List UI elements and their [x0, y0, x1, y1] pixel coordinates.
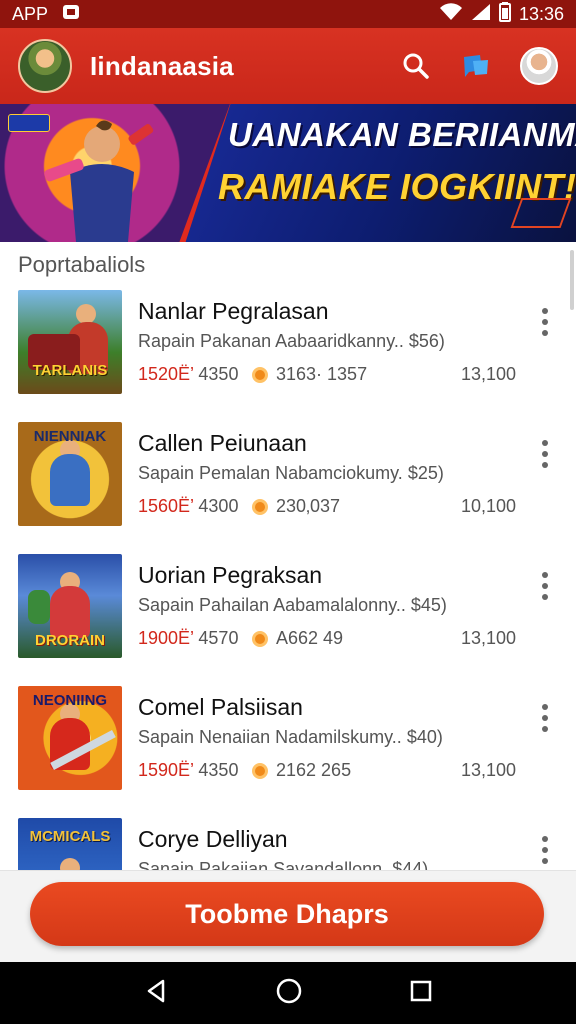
- item-title: Callen Peiunaan: [138, 430, 307, 456]
- more-options-icon[interactable]: [540, 836, 550, 864]
- stat-a: 4350: [198, 364, 239, 384]
- stat-c: 13,100: [460, 364, 516, 384]
- more-options-icon[interactable]: [540, 704, 550, 732]
- coin-icon: [252, 762, 268, 779]
- stat-c: 13,100: [460, 760, 516, 780]
- back-icon[interactable]: [143, 978, 169, 1009]
- stat-c: 10,100: [460, 496, 516, 516]
- stat-a: 4300: [198, 496, 239, 516]
- stat-b: 3163· 1357: [276, 364, 368, 384]
- item-title: Nanlar Pegralasan: [138, 298, 329, 324]
- item-subtitle: Sanain Pakaiian Savandallonn. $44): [138, 859, 428, 870]
- stat-red: 1560Ë’: [138, 496, 194, 516]
- game-thumbnail: MCMICALS: [18, 818, 122, 870]
- recents-icon[interactable]: [409, 979, 433, 1008]
- item-price: $44): [392, 859, 429, 870]
- more-options-icon[interactable]: [540, 572, 550, 600]
- promo-banner[interactable]: UANAKAN BERIIANMAN RAMIAKE IOGKIINT!: [0, 104, 576, 242]
- item-subtitle: Sapain Pemalan Nabamciokumy. $25): [138, 463, 444, 483]
- thumbnail-label: NIENNIAK: [33, 428, 107, 445]
- banner-badge: [8, 114, 50, 132]
- coin-icon: [252, 366, 268, 383]
- hero-figure: [44, 120, 154, 242]
- list-item[interactable]: TARLANIS Nanlar Pegralasan Rapain Pakana…: [0, 286, 576, 418]
- thumbnail-label: DRORAIN: [35, 632, 105, 649]
- primary-action-button[interactable]: Toobme Dhaprs: [30, 882, 544, 946]
- game-thumbnail: NIENNIAK: [18, 422, 122, 526]
- status-app-label: APP: [12, 3, 49, 24]
- signal-icon: [471, 3, 491, 26]
- stat-red: 1520Ë’: [138, 364, 194, 384]
- item-title: Corye Delliyan: [138, 826, 288, 852]
- item-title: Uorian Pegraksan: [138, 562, 323, 588]
- more-options-icon[interactable]: [540, 308, 550, 336]
- list-item[interactable]: NIENNIAK Callen Peiunaan Sapain Pemalan …: [0, 418, 576, 550]
- game-list: TARLANIS Nanlar Pegralasan Rapain Pakana…: [0, 286, 576, 870]
- notification-icon: [62, 3, 80, 26]
- list-item[interactable]: NEONIING Comel Palsiisan Sapain Nenaiian…: [0, 682, 576, 814]
- stat-red: 1590Ë’: [138, 760, 194, 780]
- profile-avatar[interactable]: [520, 47, 558, 85]
- thumbnail-label: TARLANIS: [32, 362, 108, 379]
- coin-icon: [252, 630, 268, 647]
- item-price: $56): [408, 331, 445, 351]
- coin-icon: [252, 498, 268, 515]
- app-bar: Iindanaasia: [0, 28, 576, 104]
- status-time: 13:36: [518, 3, 564, 24]
- game-thumbnail: TARLANIS: [18, 290, 122, 394]
- banner-headline: UANAKAN BERIIANMAN: [228, 116, 576, 153]
- stat-b: 2162 265: [276, 760, 352, 780]
- thumbnail-label: NEONIING: [32, 692, 108, 709]
- home-icon[interactable]: [275, 977, 303, 1010]
- status-bar: APP 13:36: [0, 0, 576, 28]
- system-nav-bar: [0, 962, 576, 1024]
- more-options-icon[interactable]: [540, 440, 550, 468]
- chat-icon[interactable]: [460, 50, 492, 82]
- game-thumbnail: DRORAIN: [18, 554, 122, 658]
- wifi-icon: [439, 2, 463, 26]
- battery-icon: [498, 1, 511, 27]
- item-title: Comel Palsiisan: [138, 694, 303, 720]
- stat-b: A662 49: [276, 628, 344, 648]
- item-subtitle: Sapain Nenaiian Nadamilskumy.. $40): [138, 727, 443, 747]
- search-icon[interactable]: [400, 50, 432, 82]
- list-item[interactable]: DRORAIN Uorian Pegraksan Sapain Pahailan…: [0, 550, 576, 682]
- stat-a: 4570: [198, 628, 239, 648]
- app-title: Iindanaasia: [90, 50, 234, 81]
- thumbnail-label: MCMICALS: [29, 828, 111, 845]
- item-price: $25): [407, 463, 444, 483]
- item-subtitle: Rapain Pakanan Aabaaridkanny.. $56): [138, 331, 445, 351]
- app-avatar[interactable]: [18, 39, 72, 93]
- game-thumbnail: NEONIING: [18, 686, 122, 790]
- stat-red: 1900Ë’: [138, 628, 194, 648]
- stat-b: 230‚037: [276, 496, 341, 516]
- item-price: $45): [410, 595, 447, 615]
- list-item[interactable]: MCMICALS Corye Delliyan Sanain Pakaiian …: [0, 814, 576, 870]
- stat-c: 13,100: [460, 628, 516, 648]
- section-title: Poprtabaliols: [18, 252, 146, 277]
- item-subtitle: Sapain Pahailan Aabamalalonny.. $45): [138, 595, 447, 615]
- stat-a: 4350: [198, 760, 239, 780]
- item-price: $40): [406, 727, 443, 747]
